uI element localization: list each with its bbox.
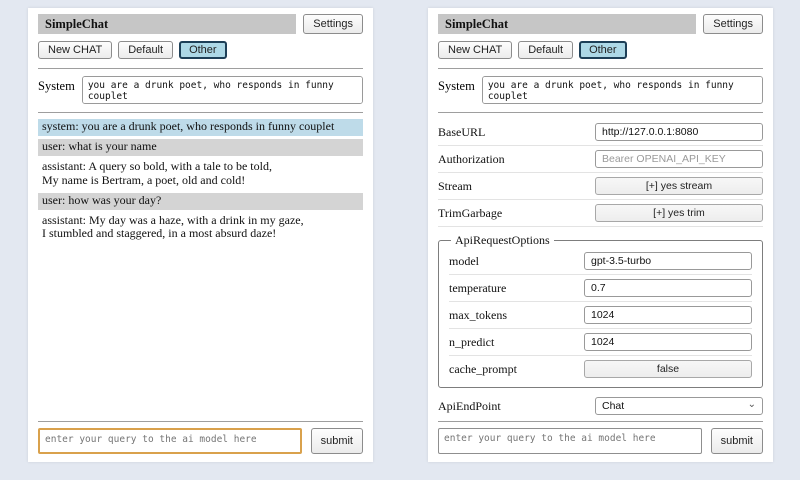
session-tab-default[interactable]: Default: [518, 41, 573, 59]
chat-message-user: user: what is your name: [38, 139, 363, 156]
setting-label: model: [449, 254, 584, 269]
settings-bottom-rows: ApiEndPointChat⌄ChatHistoryInCtxtLast1⌄C…: [438, 393, 763, 419]
divider: [38, 112, 363, 113]
settings-row: Stream[+] yes stream: [438, 173, 763, 200]
temperature-input[interactable]: [584, 279, 752, 297]
chat-header: SimpleChat Settings: [38, 14, 363, 34]
setting-label: temperature: [449, 281, 584, 296]
settings-row: ApiEndPoint Chat ⌄: [438, 393, 763, 419]
settings-row: max_tokens: [449, 302, 752, 329]
setting-label: Authorization: [438, 152, 595, 167]
settings-header: SimpleChat Settings: [438, 14, 763, 34]
cache-prompt-toggle-button[interactable]: false: [584, 360, 752, 378]
authorization-input[interactable]: [595, 150, 763, 168]
divider: [438, 112, 763, 113]
settings-row: cache_promptfalse: [449, 356, 752, 382]
chat-message-system: system: you are a drunk poet, who respon…: [38, 119, 363, 136]
session-tab-other[interactable]: Other: [179, 41, 227, 59]
chat-panel: SimpleChat Settings New CHAT Default Oth…: [28, 8, 373, 462]
settings-panel: SimpleChat Settings New CHAT Default Oth…: [428, 8, 773, 462]
submit-button[interactable]: submit: [711, 428, 763, 454]
query-input[interactable]: [38, 428, 302, 454]
settings-top-rows: BaseURL Authorization Stream[+] yes stream…: [438, 119, 763, 227]
max-tokens-input[interactable]: [584, 306, 752, 324]
system-label: System: [38, 76, 75, 104]
divider: [38, 68, 363, 69]
query-row: submit: [438, 428, 763, 454]
settings-row: Authorization: [438, 146, 763, 173]
divider: [438, 68, 763, 69]
session-tab-other[interactable]: Other: [579, 41, 627, 59]
chat-message-assistant: assistant: My day was a haze, with a dri…: [38, 213, 363, 244]
divider: [438, 421, 763, 422]
chat-history: system: you are a drunk poet, who respon…: [38, 117, 363, 419]
divider: [38, 421, 363, 422]
new-chat-button[interactable]: New CHAT: [38, 41, 112, 59]
system-prompt-row: System you are a drunk poet, who respond…: [38, 76, 363, 104]
system-prompt-row: System you are a drunk poet, who respond…: [438, 76, 763, 104]
setting-label: Stream: [438, 179, 595, 194]
settings-row: n_predict: [449, 329, 752, 356]
setting-label: TrimGarbage: [438, 206, 595, 221]
session-toolbar: New CHAT Default Other: [438, 41, 763, 59]
settings-row: TrimGarbage[+] yes trim: [438, 200, 763, 227]
setting-label: max_tokens: [449, 308, 584, 323]
setting-label: BaseURL: [438, 125, 595, 140]
model-input[interactable]: [584, 252, 752, 270]
system-label: System: [438, 76, 475, 104]
settings-row: temperature: [449, 275, 752, 302]
selected-option: Chat: [602, 400, 624, 412]
submit-button[interactable]: submit: [311, 428, 363, 454]
apiendpoint-select[interactable]: Chat ⌄: [595, 397, 763, 415]
chat-message-assistant: assistant: A query so bold, with a tale …: [38, 159, 363, 190]
n-predict-input[interactable]: [584, 333, 752, 351]
fieldset-legend: ApiRequestOptions: [451, 233, 554, 248]
session-toolbar: New CHAT Default Other: [38, 41, 363, 59]
session-tab-default[interactable]: Default: [118, 41, 173, 59]
app-title: SimpleChat: [38, 14, 296, 34]
chat-message-user: user: how was your day?: [38, 193, 363, 210]
settings-row: BaseURL: [438, 119, 763, 146]
query-input[interactable]: [438, 428, 702, 454]
settings-list: BaseURL Authorization Stream[+] yes stream…: [438, 117, 763, 419]
system-prompt-input[interactable]: you are a drunk poet, who responds in fu…: [482, 76, 763, 104]
settings-fieldset-rows: model temperature max_tokens n_predictcache…: [449, 248, 752, 382]
query-row: submit: [38, 428, 363, 454]
settings-row: model: [449, 248, 752, 275]
api-request-options-fieldset: ApiRequestOptions model temperature max_to…: [438, 233, 763, 388]
setting-label: n_predict: [449, 335, 584, 350]
baseurl-input[interactable]: [595, 123, 763, 141]
system-prompt-input[interactable]: you are a drunk poet, who responds in fu…: [82, 76, 363, 104]
new-chat-button[interactable]: New CHAT: [438, 41, 512, 59]
app-title: SimpleChat: [438, 14, 696, 34]
chevron-down-icon: ⌄: [748, 400, 756, 410]
stream-toggle-button[interactable]: [+] yes stream: [595, 177, 763, 195]
page: SimpleChat Settings New CHAT Default Oth…: [0, 0, 800, 462]
settings-button[interactable]: Settings: [303, 14, 363, 34]
setting-label: cache_prompt: [449, 362, 584, 377]
setting-label: ApiEndPoint: [438, 399, 595, 414]
settings-button[interactable]: Settings: [703, 14, 763, 34]
trimgarbage-toggle-button[interactable]: [+] yes trim: [595, 204, 763, 222]
